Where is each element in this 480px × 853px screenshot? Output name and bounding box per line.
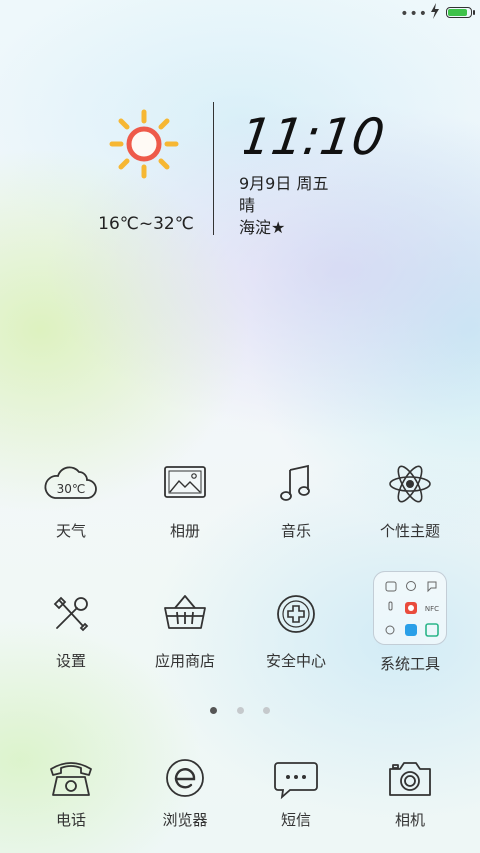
- svg-text:11:10: 11:10: [244, 108, 388, 166]
- battery-level: [448, 9, 468, 16]
- weather-clock-widget[interactable]: 16℃~32℃ 11:10 9月9日 周五 晴 海淀★: [0, 100, 480, 245]
- folder-icon: NFC: [373, 571, 447, 645]
- signal-dots-icon: •••: [400, 6, 428, 22]
- weather-condition: 晴: [239, 196, 256, 215]
- camera-icon: [389, 762, 431, 796]
- app-label: 短信: [280, 811, 311, 829]
- shopping-basket-icon: [164, 595, 206, 629]
- dock-messages[interactable]: 短信: [241, 755, 351, 830]
- dock-phone[interactable]: 电话: [16, 755, 126, 830]
- app-label: 安全中心: [265, 652, 326, 670]
- app-label: 音乐: [280, 522, 311, 540]
- browser-icon: [166, 759, 204, 797]
- app-label: 天气: [55, 522, 86, 540]
- page-indicator: [0, 699, 480, 718]
- page-dot-3[interactable]: [262, 707, 270, 714]
- app-gallery[interactable]: 相册: [130, 456, 240, 541]
- folder-system-tools[interactable]: NFC 系统工具: [355, 571, 465, 674]
- svg-text:30℃: 30℃: [57, 482, 86, 496]
- date-text: 9月9日 周五: [239, 174, 329, 193]
- atom-icon: [389, 465, 431, 503]
- clock-time[interactable]: 11:10: [244, 108, 404, 166]
- temperature-range: 16℃~32℃: [98, 214, 194, 234]
- app-security[interactable]: 安全中心: [241, 586, 351, 671]
- widget-divider: [213, 102, 214, 235]
- app-weather[interactable]: 30℃ 天气: [16, 456, 126, 541]
- battery-icon: [446, 7, 472, 18]
- sun-icon: [109, 109, 179, 179]
- folder-mini-app-icons: NFC: [385, 581, 439, 637]
- app-music[interactable]: 音乐: [241, 456, 351, 541]
- app-label: 相册: [169, 522, 200, 540]
- weather-cloud-icon: 30℃: [44, 466, 97, 499]
- tools-icon: [53, 596, 89, 632]
- app-settings[interactable]: 设置: [16, 586, 126, 671]
- gallery-icon: [164, 466, 206, 498]
- app-label: 设置: [55, 652, 86, 670]
- app-label: 浏览器: [162, 811, 208, 829]
- svg-text:NFC: NFC: [425, 605, 439, 613]
- page-dot-1[interactable]: [210, 707, 218, 714]
- telephone-icon: [50, 762, 92, 796]
- status-bar: •••: [0, 0, 480, 28]
- message-icon: [274, 762, 318, 800]
- app-label: 个性主题: [379, 522, 440, 540]
- app-label: 应用商店: [154, 652, 215, 670]
- battery-cap: [473, 10, 475, 15]
- dock-camera[interactable]: 相机: [355, 755, 465, 830]
- app-label: 相机: [394, 811, 425, 829]
- page-dot-2[interactable]: [236, 707, 244, 714]
- location-text: 海淀★: [239, 218, 286, 237]
- app-label: 电话: [55, 811, 86, 829]
- app-label: 系统工具: [379, 655, 440, 673]
- app-store[interactable]: 应用商店: [130, 586, 240, 671]
- music-note-icon: [280, 464, 310, 501]
- shield-plus-icon: [277, 595, 315, 633]
- charging-bolt-icon: [431, 3, 439, 19]
- app-themes[interactable]: 个性主题: [355, 456, 465, 541]
- dock-browser[interactable]: 浏览器: [130, 755, 240, 830]
